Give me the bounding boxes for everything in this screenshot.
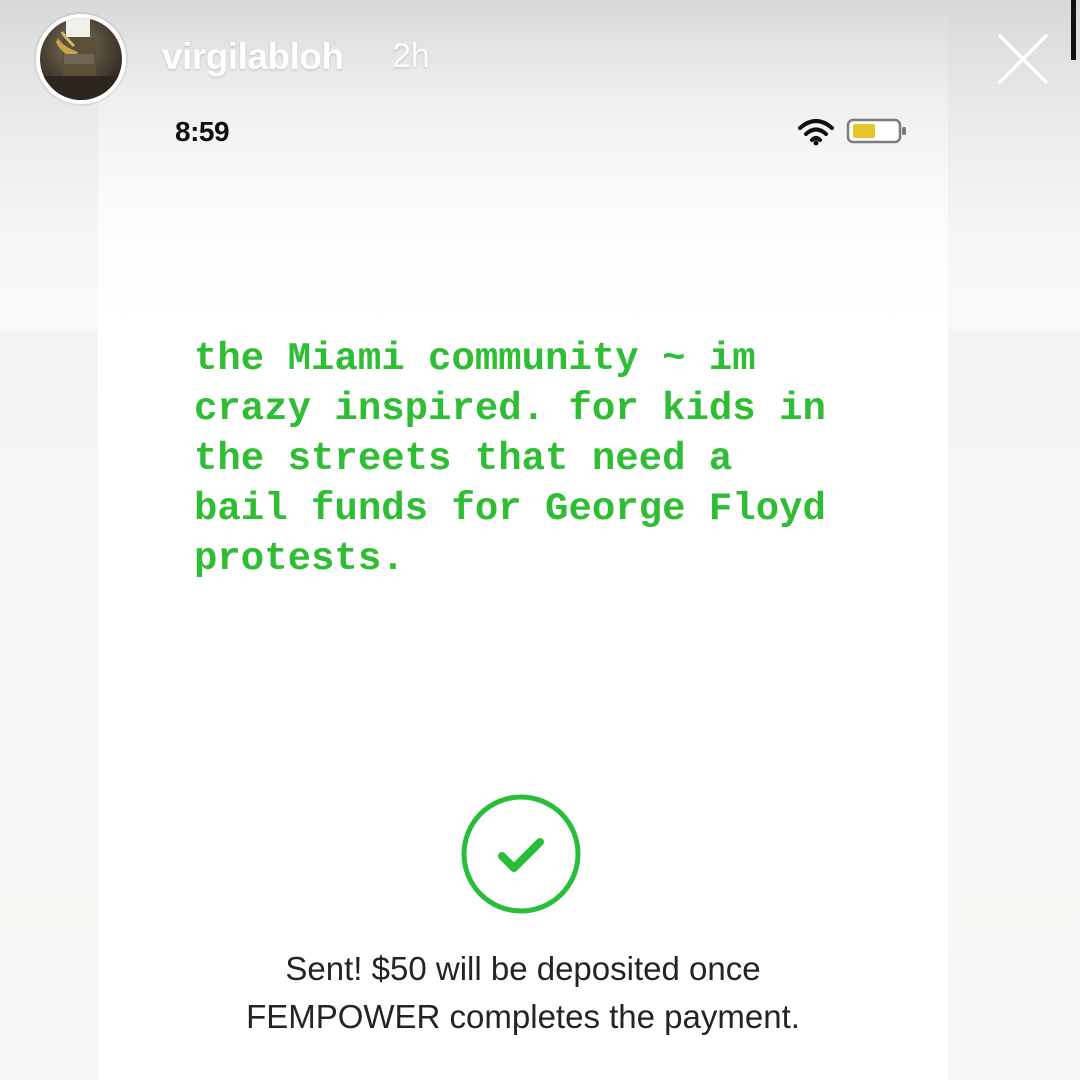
left-backdrop [0, 330, 98, 1080]
wifi-glyph-icon [798, 119, 834, 146]
payment-sent-line-2: FEMPOWER completes the payment. [246, 998, 800, 1035]
success-check-icon [460, 793, 582, 915]
profile-avatar[interactable] [36, 14, 126, 104]
check-circle-icon [461, 794, 581, 914]
edge-indicator [1071, 0, 1076, 60]
close-button[interactable] [992, 28, 1054, 90]
status-time: 8:59 [175, 116, 230, 147]
battery-icon [846, 117, 908, 145]
profile-photo-icon [40, 18, 122, 100]
right-backdrop [948, 330, 1080, 1080]
story-time-ago: 2h [392, 37, 430, 75]
battery-glyph-icon [846, 118, 906, 144]
avatar-photo [40, 18, 122, 100]
payment-sent-message: Sent! $50 will be deposited once FEMPOWE… [98, 945, 948, 1041]
close-icon [998, 34, 1048, 84]
wifi-icon [797, 118, 835, 146]
story-username[interactable]: virgilabloh [162, 36, 344, 78]
payment-note: the Miami community ~ im crazy inspired.… [194, 337, 826, 581]
payment-sent-line-1: Sent! $50 will be deposited once [285, 950, 761, 987]
